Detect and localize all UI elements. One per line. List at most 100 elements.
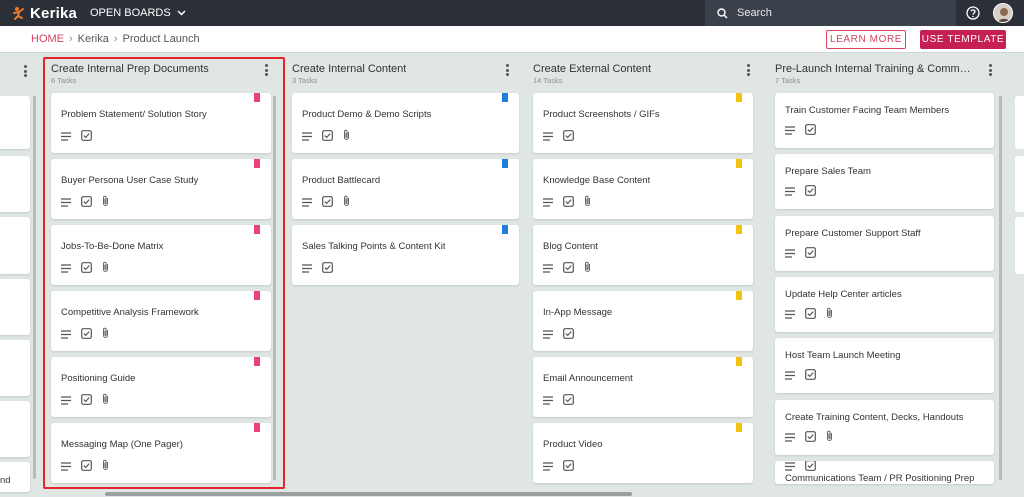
column-header[interactable]: Create Internal Content 3 Tasks [282, 62, 526, 88]
attachment-icon [102, 326, 109, 344]
partial-card[interactable] [1015, 96, 1024, 149]
attachment-icon [826, 429, 833, 447]
task-card[interactable]: Jobs-To-Be-Done Matrix [51, 225, 271, 285]
column-title: Pre-Launch Internal Training & Communi..… [775, 63, 975, 75]
bookmark-flag-icon [502, 159, 508, 171]
column-scrollbar[interactable] [33, 96, 36, 479]
task-card-icons [302, 260, 333, 278]
description-icon [61, 260, 71, 278]
checklist-icon [805, 245, 816, 263]
checklist-icon [563, 194, 574, 212]
attachment-icon [584, 194, 591, 212]
description-icon [61, 326, 71, 344]
task-card-icons [785, 245, 816, 263]
bookmark-flag-icon [502, 93, 508, 105]
checklist-icon [805, 367, 816, 385]
task-card-title: Positioning Guide [61, 373, 136, 384]
checklist-icon [563, 458, 574, 476]
partial-card[interactable] [0, 156, 30, 212]
task-card-title: Knowledge Base Content [543, 175, 651, 186]
column-menu-icon[interactable] [504, 64, 510, 78]
checklist-icon [81, 458, 92, 476]
task-card[interactable]: Competitive Analysis Framework [51, 291, 271, 351]
task-card[interactable]: Update Help Center articles [775, 277, 994, 332]
task-card-title: Product Battlecard [302, 175, 381, 186]
task-card-title: Product Demo & Demo Scripts [302, 109, 432, 120]
task-card-title: Update Help Center articles [785, 289, 902, 300]
board-column: Create Internal Content 3 Tasks Product De… [282, 0, 526, 430]
board-column: Pre-Launch Internal Training & Communi..… [765, 0, 1009, 484]
column-header[interactable]: Pre-Launch Internal Training & Communi..… [765, 62, 1009, 88]
task-card[interactable]: Email Announcement [533, 357, 753, 417]
column-scrollbar[interactable] [999, 96, 1002, 480]
column-menu-icon[interactable] [22, 65, 28, 79]
checklist-icon [322, 260, 333, 278]
column-header[interactable]: Create External Content 14 Tasks [523, 62, 767, 88]
task-card-title: Prepare Sales Team [785, 166, 871, 177]
task-card[interactable]: Create Training Content, Decks, Handouts [775, 400, 994, 455]
task-card[interactable]: Product Screenshots / GIFs [533, 93, 753, 153]
partial-card[interactable] [1015, 217, 1024, 274]
bookmark-flag-icon [736, 93, 742, 105]
column-menu-icon[interactable] [987, 64, 993, 78]
task-card[interactable]: Problem Statement/ Solution Story [51, 93, 271, 153]
task-card-title: Product Video [543, 439, 603, 450]
task-card[interactable]: Sales Talking Points & Content Kit [292, 225, 519, 285]
checklist-icon [322, 194, 333, 212]
task-card-title: In-App Message [543, 307, 613, 318]
bookmark-flag-icon [254, 291, 260, 303]
task-card[interactable]: Messaging Map (One Pager) [51, 423, 271, 483]
description-icon [543, 458, 553, 476]
column-menu-icon[interactable] [745, 64, 751, 78]
task-card[interactable]: Knowledge Base Content [533, 159, 753, 219]
partial-card[interactable] [0, 217, 30, 274]
description-icon [543, 260, 553, 278]
partial-card[interactable]: nd [0, 462, 30, 492]
task-card[interactable]: In-App Message [533, 291, 753, 351]
description-icon [785, 183, 795, 201]
board-column: Create Internal Prep Documents 6 Tasks Pro… [41, 0, 285, 483]
task-card[interactable]: Buyer Persona User Case Study [51, 159, 271, 219]
task-card-title: Product Screenshots / GIFs [543, 109, 660, 120]
horizontal-scrollbar[interactable] [105, 492, 632, 496]
column-header[interactable]: Create Internal Prep Documents 6 Tasks [41, 62, 285, 88]
bookmark-flag-icon [254, 423, 260, 435]
column-scrollbar[interactable] [273, 96, 276, 480]
task-card[interactable]: Train Customer Facing Team Members [775, 93, 994, 148]
description-icon [543, 326, 553, 344]
board-column: Create External Content 14 Tasks Product S… [523, 0, 767, 483]
partial-card[interactable] [0, 279, 30, 335]
bookmark-flag-icon [502, 225, 508, 237]
task-card[interactable]: Prepare Customer Support Staff [775, 216, 994, 271]
description-icon [302, 128, 312, 146]
partial-card[interactable] [0, 96, 30, 149]
description-icon [61, 128, 71, 146]
task-card-icons [785, 461, 816, 473]
task-card[interactable]: Prepare Sales Team [775, 154, 994, 209]
description-icon [785, 306, 795, 324]
attachment-icon [102, 392, 109, 410]
bookmark-flag-icon [254, 159, 260, 171]
checklist-icon [805, 122, 816, 140]
task-card[interactable]: Blog Content [533, 225, 753, 285]
task-card-icons [543, 260, 591, 278]
task-card[interactable]: Product Battlecard [292, 159, 519, 219]
task-card-icons [543, 194, 591, 212]
column-task-count: 3 Tasks [292, 76, 318, 85]
description-icon [543, 194, 553, 212]
task-card[interactable]: Product Video [533, 423, 753, 483]
attachment-icon [102, 194, 109, 212]
partial-card[interactable] [0, 340, 30, 396]
partial-card[interactable] [0, 401, 30, 457]
task-card[interactable]: Positioning Guide [51, 357, 271, 417]
task-card[interactable]: Host Team Launch Meeting [775, 338, 994, 393]
checklist-icon [805, 183, 816, 201]
task-card-icons [543, 394, 574, 407]
task-card[interactable]: Communications Team / PR Positioning Pre… [775, 461, 994, 484]
task-card-title: Competitive Analysis Framework [61, 307, 199, 318]
description-icon [61, 392, 71, 410]
bookmark-flag-icon [254, 225, 260, 237]
partial-card[interactable] [1015, 156, 1024, 212]
column-menu-icon[interactable] [263, 64, 269, 78]
task-card[interactable]: Product Demo & Demo Scripts [292, 93, 519, 153]
